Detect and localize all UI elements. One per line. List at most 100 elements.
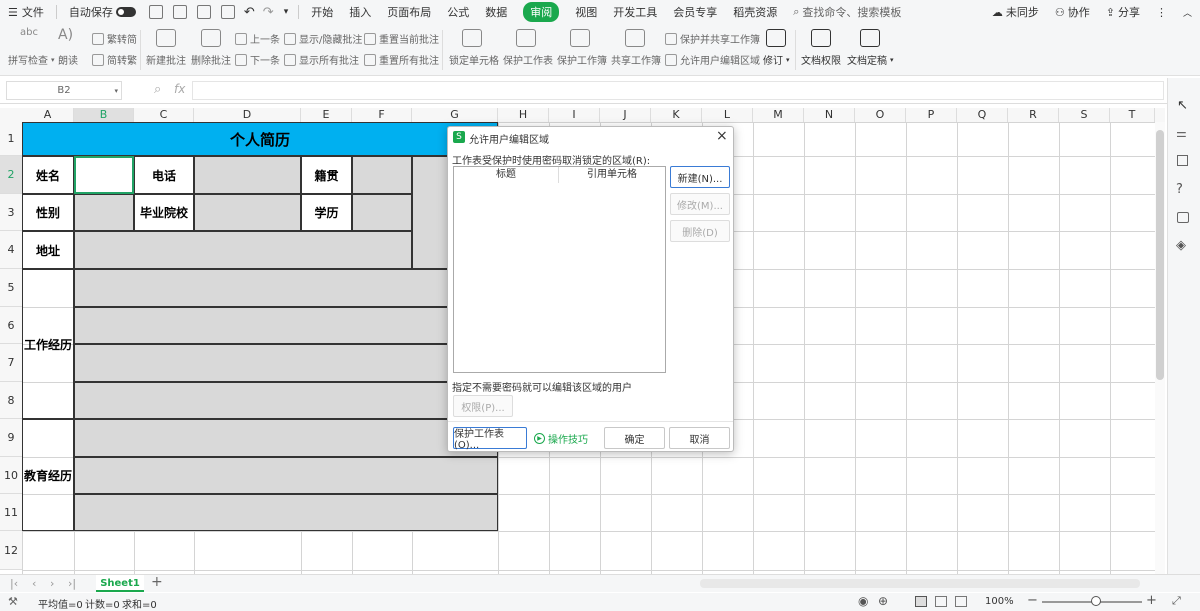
row-header-7[interactable]: 7 [0,344,22,382]
autosave-toggle[interactable]: 自动保存 [61,0,144,24]
row-header-6[interactable]: 6 [0,307,22,344]
input-work-4[interactable] [74,382,498,419]
zoom-lens-icon[interactable]: ⌕ [154,82,161,97]
simp-to-trad-button[interactable]: 简转繁 [92,52,137,67]
undo-icon[interactable]: ↶ [244,5,255,20]
row-header-11[interactable]: 11 [0,494,22,531]
cancel-button[interactable]: 取消 [669,427,730,449]
trad-to-simp-button[interactable]: 繁转简 [92,31,137,46]
label-origin[interactable]: 籍贯 [301,156,352,194]
row-header-3[interactable]: 3 [0,194,22,231]
column-header-s[interactable]: S [1059,108,1110,122]
tab-home[interactable]: 开始 [303,0,341,24]
share-button[interactable]: ⇪ 分享 [1098,0,1148,24]
column-header-b[interactable]: B [74,108,134,122]
center-icon[interactable]: ⊕ [878,594,888,608]
eye-protection-icon[interactable]: ◉ [858,594,868,608]
list-header-ref[interactable]: 引用单元格 [559,167,665,183]
reset-current-comment-button[interactable]: 重置当前批注 [364,31,439,46]
function-icon[interactable]: fx [174,82,185,96]
read-aloud-button[interactable]: 朗读 [58,52,78,67]
column-header-p[interactable]: P [906,108,957,122]
tab-data[interactable]: 数据 [477,0,515,24]
reset-all-comments-button[interactable]: 重置所有批注 [364,52,439,67]
tips-link[interactable]: ▶ 操作技巧 [534,431,588,446]
next-comment-button[interactable]: 下一条 [235,52,280,67]
add-sheet-button[interactable]: + [151,574,163,590]
permission-button[interactable]: 权限(P)... [453,395,513,417]
column-header-g[interactable]: G [412,108,498,122]
column-header-i[interactable]: I [549,108,600,122]
zoom-slider-handle[interactable] [1091,596,1101,606]
column-header-o[interactable]: O [855,108,906,122]
shape-icon[interactable] [1177,155,1188,166]
next-sheet-icon[interactable]: › [50,577,54,590]
protect-book-button[interactable]: 保护工作簿 [557,52,607,67]
zoom-out-icon[interactable]: − [1027,593,1038,608]
column-header-k[interactable]: K [651,108,702,122]
tab-member[interactable]: 会员专享 [665,0,725,24]
delete-comment-button[interactable]: 删除批注 [191,52,231,67]
prev-sheet-icon[interactable]: ‹ [32,577,36,590]
zoom-level[interactable]: 100% [985,596,1014,607]
input-edu-3[interactable] [74,494,498,531]
row-header-4[interactable]: 4 [0,231,22,269]
page-layout-view-icon[interactable] [935,596,947,607]
list-header-title[interactable]: 标题 [454,167,559,183]
row-header-1[interactable]: 1 [0,122,22,156]
protect-sheet-button[interactable]: 保护工作表 [503,52,553,67]
redo-icon[interactable]: ↷ [263,5,274,20]
label-name[interactable]: 姓名 [22,156,74,194]
help-icon[interactable]: ? [1176,182,1183,197]
tab-formula[interactable]: 公式 [439,0,477,24]
collapse-ribbon-icon[interactable]: ︿ [1175,0,1200,24]
prev-comment-button[interactable]: 上一条 [235,31,280,46]
column-header-c[interactable]: C [134,108,194,122]
column-header-n[interactable]: N [804,108,855,122]
column-header-f[interactable]: F [352,108,412,122]
sheet-tab-sheet1[interactable]: Sheet1 [96,575,144,592]
row-header-2[interactable]: 2 [0,156,22,194]
tab-insert[interactable]: 插入 [341,0,379,24]
name-box[interactable]: B2 ▾ [6,81,122,100]
tab-view[interactable]: 视图 [567,0,605,24]
range-list[interactable] [453,166,666,373]
column-header-a[interactable]: A [22,108,74,122]
allow-edit-range-button[interactable]: 允许用户编辑区域 [665,52,760,67]
normal-view-icon[interactable] [915,596,927,607]
print-icon[interactable] [196,5,211,19]
save-icon[interactable] [148,5,163,19]
row-header-9[interactable]: 9 [0,419,22,457]
label-gender[interactable]: 性别 [22,194,74,231]
menu-file[interactable]: ☰ 文件 [0,0,52,24]
column-header-l[interactable]: L [702,108,753,122]
tab-developer[interactable]: 开发工具 [605,0,665,24]
protect-sheet-dialog-button[interactable]: 保护工作表(O)... [453,427,527,451]
column-header-t[interactable]: T [1110,108,1155,122]
column-header-d[interactable]: D [194,108,301,122]
revise-button[interactable]: 修订 ▾ [763,52,790,68]
cell-b2-selected[interactable] [74,156,134,194]
input-origin[interactable] [352,156,412,194]
close-icon[interactable]: × [716,128,728,144]
input-edu-2[interactable] [74,457,498,494]
input-address[interactable] [74,231,412,269]
settings-slider-icon[interactable]: ⚌ [1176,126,1187,140]
export-icon[interactable] [172,5,187,19]
column-header-j[interactable]: J [600,108,651,122]
new-range-button[interactable]: 新建(N)... [670,166,730,188]
cursor-icon[interactable]: ↖ [1177,98,1188,113]
label-school[interactable]: 毕业院校 [134,194,194,231]
lock-cell-button[interactable]: 锁定单元格 [449,52,499,67]
preview-icon[interactable] [220,5,235,19]
show-all-comments-button[interactable]: 显示所有批注 [284,52,359,67]
column-header-q[interactable]: Q [957,108,1008,122]
modify-range-button[interactable]: 修改(M)... [670,193,730,215]
doc-permission-button[interactable]: 文档权限 [801,52,841,67]
label-phone[interactable]: 电话 [134,156,194,194]
search-box[interactable]: ⌕ 查找命令、搜索模板 [785,0,909,24]
protect-share-book-button[interactable]: 保护并共享工作簿 [665,31,760,46]
input-work-2[interactable] [74,307,498,344]
first-sheet-icon[interactable]: |‹ [10,577,18,590]
row-header-10[interactable]: 10 [0,457,22,494]
